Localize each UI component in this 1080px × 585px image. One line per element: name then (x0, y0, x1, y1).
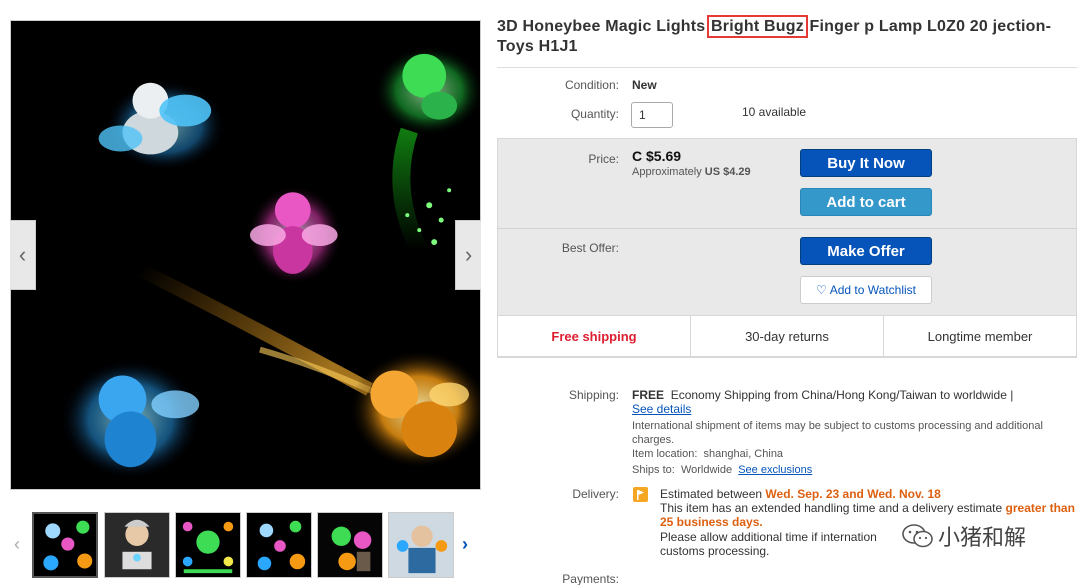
buy-it-now-button[interactable]: Buy It Now (800, 149, 932, 177)
thumbnail-4[interactable] (246, 512, 312, 578)
thumbnail-1[interactable] (32, 512, 98, 578)
price-label: Price: (588, 152, 619, 166)
main-product-image[interactable] (10, 20, 481, 490)
delivery-dates: Wed. Sep. 23 and Wed. Nov. 18 (765, 487, 941, 501)
feature-badges: Free shipping 30-day returns Longtime me… (497, 315, 1077, 357)
watermark: 小猪和解 (902, 520, 1026, 552)
price-approx-prefix: Approximately (632, 166, 702, 178)
ships-to-label: Ships to: (632, 464, 675, 476)
shipping-label: Shipping: (568, 388, 619, 402)
gallery-next-button[interactable]: › (455, 220, 481, 290)
see-exclusions-link[interactable]: See exclusions (738, 464, 812, 476)
quantity-available: 10 available (742, 105, 807, 119)
condition-label: Condition: (564, 78, 619, 92)
price-approx: Approximately US $4.29 (632, 166, 751, 178)
thumb-next-icon[interactable]: › (462, 534, 468, 555)
see-details-link[interactable]: See details (632, 402, 691, 416)
price-value: C $5.69 (632, 148, 682, 164)
allow-note-2: customs processing. (660, 544, 770, 558)
thumbnail-strip: ‹ › (10, 508, 481, 582)
buy-panel-divider (497, 228, 1077, 229)
customs-note: International shipment of items may be s… (632, 420, 1043, 446)
title-text-start: 3D Honeybee Magic Lights (497, 18, 711, 35)
chevron-right-icon: › (464, 242, 473, 267)
feature-longtime-member: Longtime member (927, 328, 1033, 344)
quantity-input[interactable] (631, 102, 673, 128)
thumb-prev-icon[interactable]: ‹ (14, 534, 20, 555)
feature-free-shipping: Free shipping (498, 316, 691, 356)
thumbnail-5[interactable] (317, 512, 383, 578)
feature-returns: 30-day returns (691, 316, 884, 356)
gallery-prev-button[interactable]: ‹ (10, 220, 36, 290)
shipping-summary: FREE Economy Shipping from China/Hong Ko… (632, 388, 1013, 402)
thumbnail-6[interactable] (388, 512, 454, 578)
title-divider (497, 67, 1077, 68)
make-offer-button[interactable]: Make Offer (800, 237, 932, 265)
location-label: Item location: (632, 448, 698, 460)
location-value: shanghai, China (703, 448, 784, 460)
price-approx-value: US $4.29 (704, 166, 751, 178)
handling-text: This item has an extended handling time … (660, 501, 1003, 515)
add-to-watchlist-button[interactable]: ♡ Add to Watchlist (800, 276, 932, 304)
heart-icon: ♡ (815, 283, 827, 297)
watchlist-label: Add to Watchlist (829, 283, 917, 297)
ships-to: Ships to: Worldwide See exclusions (632, 464, 812, 476)
best-offer-label: Best Offer: (561, 241, 619, 255)
delivery-label: Delivery: (572, 487, 619, 501)
watermark-text: 小猪和解 (938, 525, 1027, 550)
condition-value: New (632, 78, 657, 92)
chevron-left-icon: ‹ (18, 242, 27, 267)
thumbnail-3[interactable] (175, 512, 241, 578)
add-to-cart-button[interactable]: Add to cart (800, 188, 932, 216)
allow-note-1: Please allow additional time if internat… (660, 530, 877, 544)
title-highlight: Bright Bugz (707, 15, 808, 38)
delivery-estimate: Estimated between Wed. Sep. 23 and Wed. … (660, 487, 941, 501)
thumbnail-2[interactable] (104, 512, 170, 578)
glowing-bugs-image (11, 21, 480, 489)
quantity-label: Quantity: (570, 107, 619, 121)
item-title: 3D Honeybee Magic Lights Bright Bugz Fin… (497, 15, 1077, 57)
payments-label: Payments: (562, 572, 619, 585)
shipping-free: FREE (632, 388, 665, 402)
wechat-icon (902, 524, 933, 548)
ships-to-value: Worldwide (680, 464, 733, 476)
shipping-method: Economy Shipping from China/Hong Kong/Ta… (670, 388, 1014, 402)
flag-icon (633, 487, 648, 502)
delivery-prefix: Estimated between (660, 487, 763, 501)
item-location: Item location: shanghai, China (632, 448, 783, 460)
